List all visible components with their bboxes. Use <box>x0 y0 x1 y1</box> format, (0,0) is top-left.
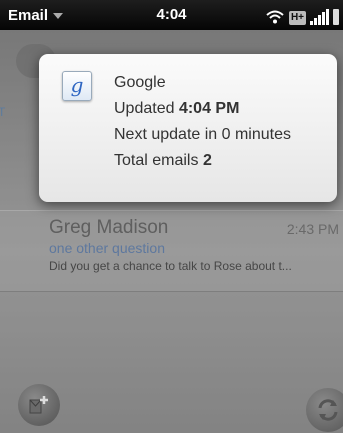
status-bar: Email 4:04 H+ <box>0 0 343 30</box>
next-update: Next update in 0 minutes <box>114 126 291 143</box>
signal-icon <box>310 9 329 25</box>
updated-time: 4:04 PM <box>178 100 240 117</box>
sync-button[interactable] <box>306 388 343 432</box>
total-label: Total emails <box>114 152 199 169</box>
updated-label: Updated <box>114 100 175 117</box>
sync-status-popup[interactable]: g Google Updated 4:04 PM Next update in … <box>39 54 337 202</box>
google-g-icon: g <box>62 71 92 101</box>
wifi-icon <box>266 10 284 24</box>
battery-icon <box>333 9 339 25</box>
sync-icon <box>318 399 338 421</box>
compose-icon <box>29 396 48 414</box>
updated-line: Updated 4:04 PM <box>114 100 239 118</box>
compose-button[interactable] <box>18 384 60 426</box>
account-name: Google <box>114 74 166 91</box>
total-line: Total emails 2 <box>114 152 212 170</box>
system-icons[interactable]: H+ <box>265 5 339 25</box>
network-type-badge: H+ <box>288 11 306 25</box>
total-count: 2 <box>202 152 212 169</box>
